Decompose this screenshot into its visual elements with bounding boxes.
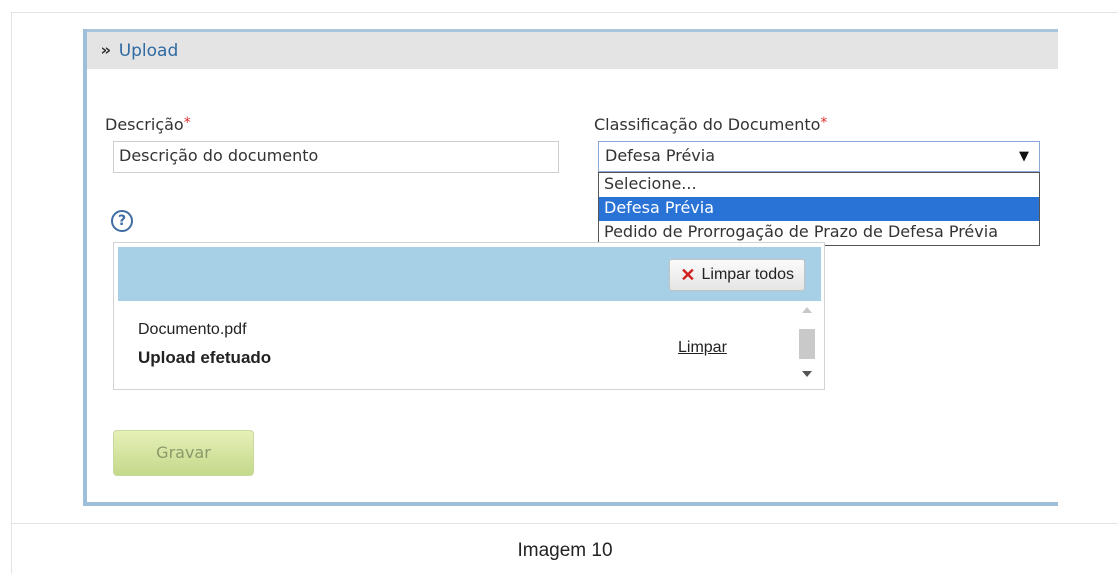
dropdown-option-defesa-previa[interactable]: Defesa Prévia [599,197,1039,221]
save-button[interactable]: Gravar [113,430,254,476]
scroll-up-arrow-icon[interactable] [802,307,812,313]
scroll-thumb[interactable] [799,329,815,359]
required-mark: * [183,115,191,131]
file-name: Documento.pdf [138,321,247,338]
description-input[interactable]: Descrição do documento [113,141,559,173]
upload-panel-header[interactable]: » Upload [87,29,1058,69]
file-uploader: ✕ Limpar todos Documento.pdf Upload efet… [113,242,825,390]
classification-label: Classificação do Documento* [594,115,827,134]
clear-all-label: Limpar todos [701,266,795,283]
caret-down-icon[interactable]: ▼ [1019,149,1029,164]
description-label-text: Descrição [105,115,184,134]
double-chevron-down-icon[interactable]: » [101,43,112,58]
classification-select[interactable]: Defesa Prévia ▼ [598,141,1040,172]
upload-panel-title: Upload [118,40,179,61]
description-label: Descrição* [105,115,191,134]
classification-dropdown-list: Selecione... Defesa Prévia Pedido de Pro… [598,172,1040,246]
uploader-toolbar: ✕ Limpar todos [118,247,821,301]
scroll-down-arrow-icon[interactable] [802,371,812,377]
clear-all-button[interactable]: ✕ Limpar todos [669,259,805,291]
file-list-scrollbar[interactable] [797,305,818,383]
file-status: Upload efetuado [138,348,272,367]
file-list-item: Documento.pdf Upload efetuado [138,321,271,368]
x-icon: ✕ [680,264,696,285]
question-circle-icon[interactable]: ? [111,210,133,232]
required-mark: * [820,115,828,131]
classification-selected-value: Defesa Prévia [605,146,716,165]
image-caption: Imagem 10 [517,540,613,561]
caption-divider [11,523,1118,524]
dropdown-option-selecione[interactable]: Selecione... [599,173,1039,197]
classification-label-text: Classificação do Documento [594,115,821,134]
clear-file-link[interactable]: Limpar [678,339,727,357]
